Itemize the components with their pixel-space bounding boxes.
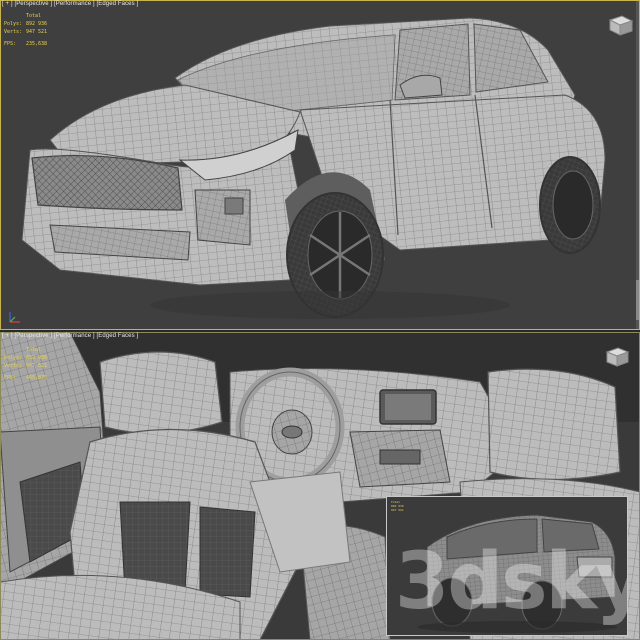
stats-polys-value: 892 936 [26, 355, 48, 361]
axis-tripod-icon [9, 312, 20, 323]
viewport-stats-top: Total Polys: 892 936 Verts: 947 521 FPS: 23… [4, 12, 47, 48]
viewport-label-top[interactable]: [ + ] [Perspective ] [Performance ] [Edg… [2, 1, 138, 7]
scrollbar-thumb[interactable] [636, 280, 640, 320]
stats-polys-label: Polys: [4, 21, 23, 27]
viewcube-icon[interactable] [602, 344, 630, 368]
stats-total-label: Total [26, 347, 42, 353]
stats-verts-value: 947 521 [26, 29, 48, 35]
stats-verts-value: 947 521 [26, 363, 48, 369]
inset-stats: Total 892 936 947 521 [391, 500, 404, 512]
stats-verts-label: Verts: [4, 363, 23, 369]
bottom-viewport[interactable]: [ + ] [Perspective ] [Performance ] [Edg… [0, 332, 640, 640]
stats-fps-value: 235,638 [26, 41, 48, 47]
viewport-stats-bottom: Total Polys: 892 936 Verts: 947 521 FPS: 46… [4, 346, 47, 382]
stats-fps-label: FPS: [4, 41, 17, 47]
stats-fps-value: 465,875 [26, 375, 48, 381]
top-viewport[interactable]: [ + ] [Perspective ] [Performance ] [Edg… [0, 0, 640, 330]
viewcube-icon[interactable] [604, 12, 634, 38]
stats-polys-label: Polys: [4, 355, 23, 361]
stats-fps-label: FPS: [4, 375, 17, 381]
viewport-scrollbar[interactable] [636, 0, 640, 330]
stats-verts-label: Verts: [4, 29, 23, 35]
watermark-logo: 3dsky [395, 537, 628, 627]
stats-polys-value: 892 936 [26, 21, 48, 27]
car-exterior-render [21, 17, 606, 319]
inset-rear-view: Total 892 936 947 521 3dsky [386, 496, 628, 636]
stats-verts-value: 947 521 [391, 508, 404, 512]
viewport-label-bottom[interactable]: [ + ] [Perspective ] [Performance ] [Edg… [2, 333, 138, 339]
stats-total-label: Total [26, 13, 42, 19]
